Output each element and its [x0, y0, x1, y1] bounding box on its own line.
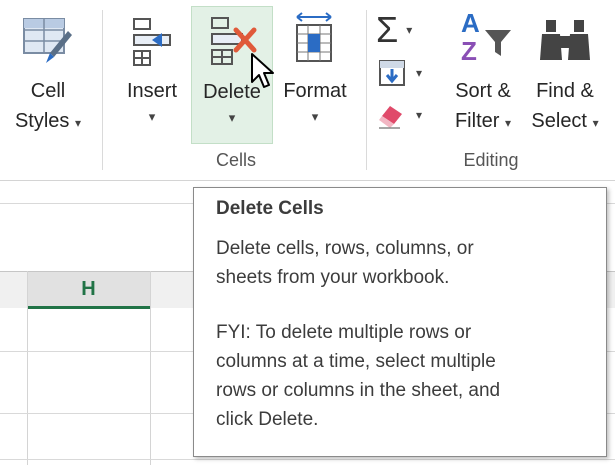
- mouse-cursor-icon: [251, 53, 274, 88]
- insert-cells-icon: [122, 6, 182, 76]
- find-select-label-line1: Find &: [536, 80, 594, 102]
- sort-filter-button[interactable]: A Z Sort & Filter ▾: [446, 6, 520, 144]
- separator: [366, 10, 367, 170]
- cell-styles-icon: [18, 6, 78, 76]
- chevron-down-icon: ▾: [75, 116, 82, 130]
- chevron-down-icon: ▾: [148, 109, 156, 124]
- find-select-label-line2: Select ▾: [531, 110, 599, 132]
- chevron-down-icon: ▾: [228, 110, 236, 125]
- format-cells-button[interactable]: Format ▾: [276, 6, 354, 144]
- sort-letter-a: A: [461, 8, 480, 38]
- fill-button[interactable]: ▾: [376, 58, 422, 88]
- cell-styles-button[interactable]: Cell Styles ▾: [8, 6, 88, 144]
- tooltip-title: Delete Cells: [216, 198, 324, 219]
- sort-filter-label-line1: Sort &: [455, 80, 511, 102]
- format-cells-icon: [285, 6, 345, 76]
- autosum-button[interactable]: Σ ▾: [376, 10, 412, 50]
- chevron-down-icon: ▾: [416, 66, 423, 80]
- find-select-button[interactable]: Find & Select ▾: [524, 6, 606, 144]
- filter-funnel-icon: [485, 30, 511, 56]
- chevron-down-icon: ▾: [416, 108, 423, 122]
- chevron-down-icon: ▾: [406, 23, 413, 37]
- grid-line: [0, 459, 615, 460]
- insert-cells-button[interactable]: Insert ▾: [118, 6, 186, 144]
- format-label: Format: [283, 80, 347, 102]
- fill-down-icon: [379, 60, 405, 86]
- sort-filter-icon: A Z: [453, 6, 513, 76]
- separator: [102, 10, 103, 170]
- chevron-down-icon: ▾: [504, 116, 512, 130]
- tooltip-description: Delete cells, rows, columns, or sheets f…: [216, 238, 474, 288]
- grid-line: [150, 271, 151, 465]
- binoculars-icon: [535, 6, 595, 76]
- sort-letter-z: Z: [461, 36, 477, 66]
- group-label-editing: Editing: [463, 150, 519, 170]
- sort-filter-label-line2: Filter ▾: [454, 110, 512, 132]
- clear-button[interactable]: ▾: [376, 100, 422, 130]
- grid-line: [27, 271, 28, 465]
- ribbon: Cell Styles ▾ Insert ▾ Delete ▾ Format ▾…: [0, 0, 615, 181]
- insert-label: Insert: [126, 80, 178, 102]
- cell-styles-label-line1: Cell: [30, 80, 66, 102]
- autosum-icon: Σ: [376, 9, 399, 50]
- delete-cells-tooltip: Delete Cells Delete cells, rows, columns…: [193, 187, 607, 457]
- eraser-icon: [379, 106, 402, 129]
- group-label-cells: Cells: [215, 150, 256, 170]
- chevron-down-icon: ▾: [592, 116, 599, 130]
- cell-styles-label-line2: Styles ▾: [14, 110, 82, 132]
- column-header-h[interactable]: H: [27, 272, 150, 309]
- tooltip-fyi: FYI: To delete multiple rows or columns …: [216, 322, 501, 430]
- chevron-down-icon: ▾: [311, 109, 319, 124]
